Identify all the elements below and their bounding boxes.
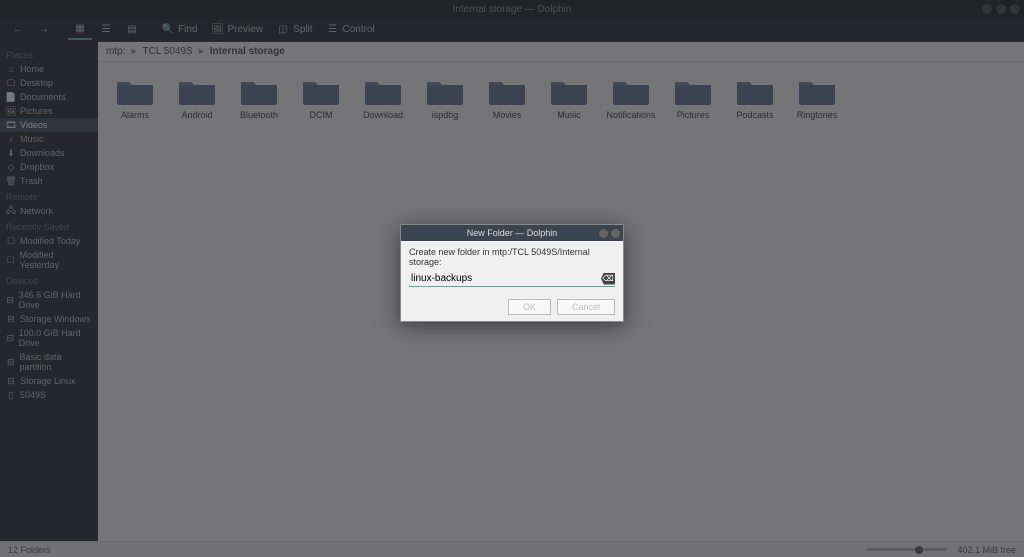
new-folder-dialog: New Folder — Dolphin Create new folder i… <box>400 224 624 322</box>
ok-button[interactable]: OK <box>508 299 551 315</box>
dialog-title: New Folder — Dolphin <box>467 228 558 238</box>
dialog-close-icon[interactable] <box>611 229 620 238</box>
cancel-button[interactable]: Cancel <box>557 299 615 315</box>
dialog-titlebar: New Folder — Dolphin <box>401 225 623 241</box>
dialog-menu-icon[interactable] <box>599 229 608 238</box>
folder-name-input[interactable] <box>409 271 601 286</box>
clear-input-icon[interactable]: ⌫ <box>601 273 615 285</box>
dialog-prompt: Create new folder in mtp:/TCL 5049S/Inte… <box>409 247 615 267</box>
modal-overlay: New Folder — Dolphin Create new folder i… <box>0 0 1024 557</box>
